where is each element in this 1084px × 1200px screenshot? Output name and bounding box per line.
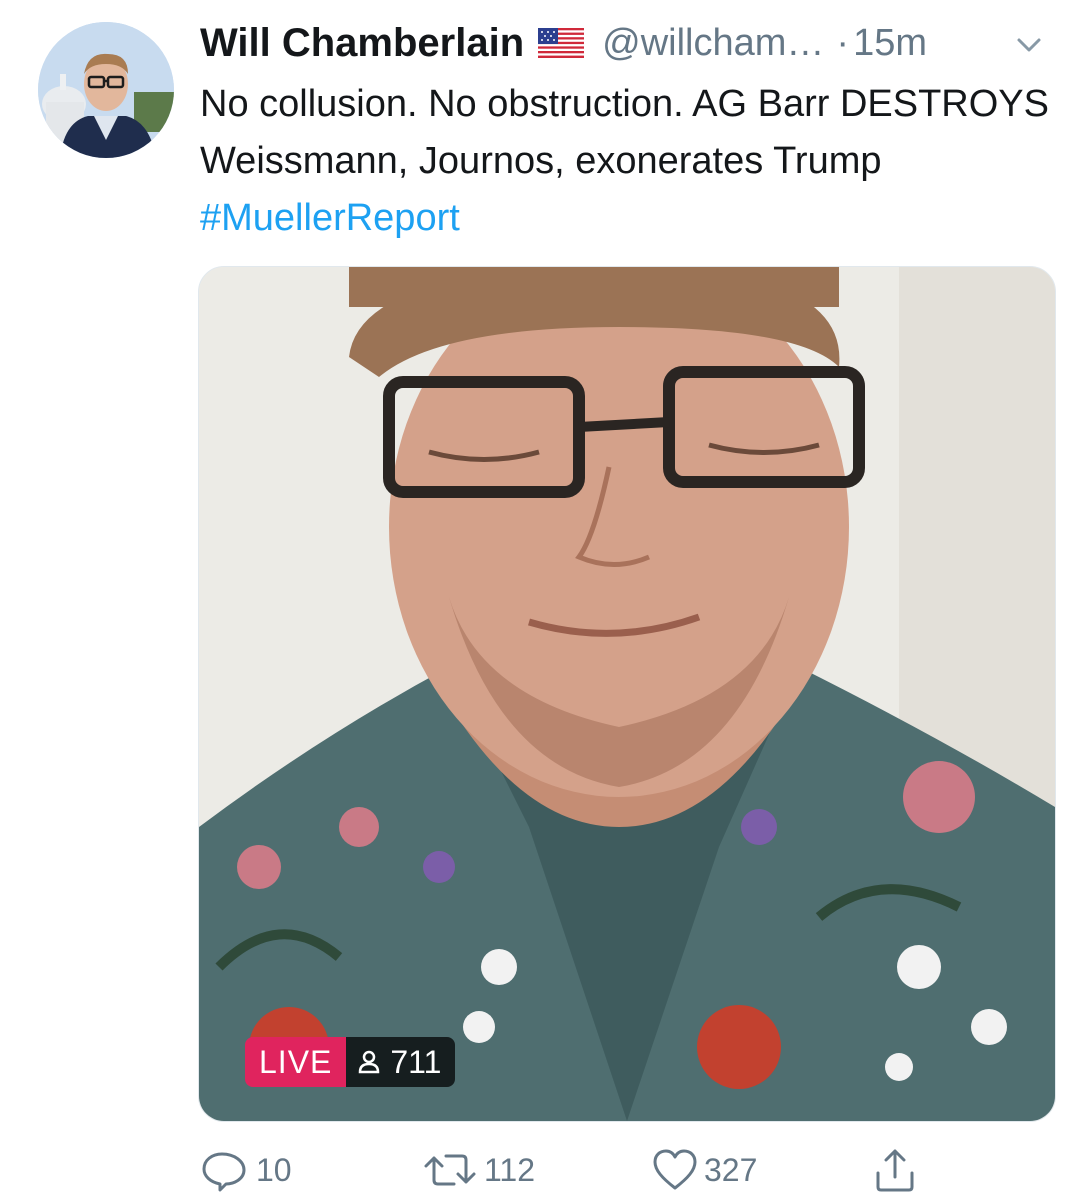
retweet-button[interactable]: 112 [422,1142,535,1198]
like-icon [653,1149,697,1190]
reply-button[interactable]: 10 [200,1142,292,1198]
video-frame [199,267,1055,1121]
chevron-down-icon[interactable] [1012,28,1046,62]
like-button[interactable]: 327 [652,1142,757,1198]
reply-icon [202,1152,246,1192]
tweet-text: No collusion. No obstruction. AG Barr DE… [200,76,1050,247]
tweet-header: Will Chamberlain @willcham… · 15m [200,18,1064,68]
live-video[interactable]: LIVE 711 [198,266,1056,1122]
share-icon [876,1149,914,1192]
retweet-icon [424,1154,476,1186]
viewer-count: 711 [346,1037,456,1087]
author-name[interactable]: Will Chamberlain [200,21,524,66]
share-button[interactable] [874,1142,922,1198]
avatar[interactable] [38,22,174,158]
retweet-count: 112 [484,1151,536,1188]
like-count: 327 [704,1151,758,1188]
hashtag-link[interactable]: #MuellerReport [200,197,460,239]
live-label: LIVE [245,1037,347,1087]
tweet-body: No collusion. No obstruction. AG Barr DE… [200,83,1049,182]
separator-dot: · [836,21,850,64]
person-icon [359,1050,380,1074]
tweet-timestamp[interactable]: 15m [853,22,927,65]
live-indicator: LIVE 711 [245,1037,456,1087]
reply-count: 10 [256,1151,292,1188]
tweet-actions: 10 112 327 [200,1142,1060,1198]
author-handle[interactable]: @willcham… [602,22,824,65]
viewer-count-value: 711 [390,1044,442,1080]
us-flag-icon [538,28,585,58]
